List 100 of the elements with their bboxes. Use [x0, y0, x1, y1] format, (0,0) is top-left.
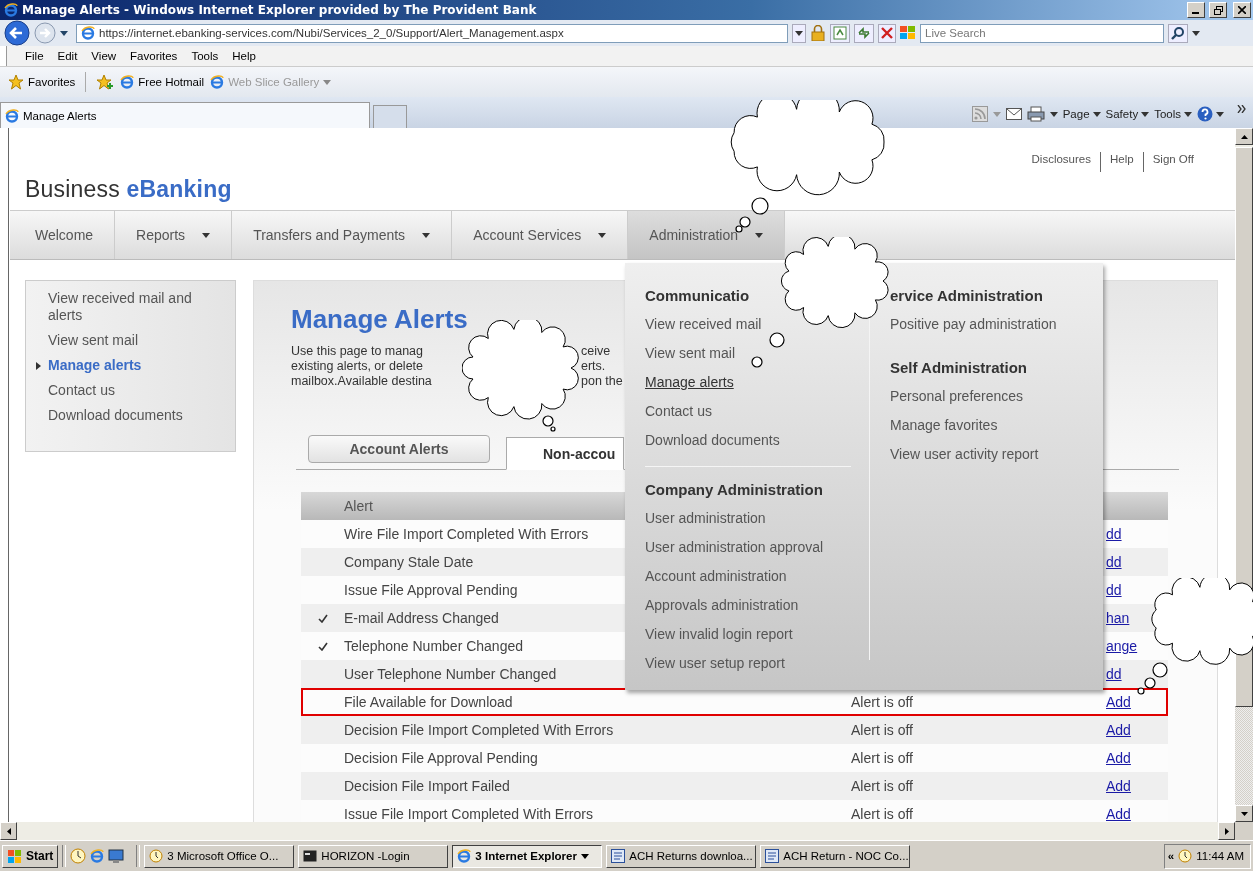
maximize-button[interactable] [1209, 2, 1227, 18]
close-button[interactable] [1233, 2, 1251, 18]
taskbar-button[interactable]: ACH Returns downloa... [606, 844, 757, 868]
add-link[interactable]: Add [1106, 722, 1131, 738]
add-link[interactable]: dd [1106, 526, 1122, 542]
menu-link[interactable]: Positive pay administration [890, 316, 1057, 333]
command-menu[interactable]: Safety [1105, 108, 1150, 120]
clock-icon[interactable] [70, 848, 87, 864]
search-field[interactable]: Live Search [920, 23, 1164, 43]
menu-link[interactable]: Manage alerts [645, 374, 734, 391]
nav-menu-item[interactable]: Reports [115, 211, 233, 259]
stop-button[interactable] [878, 23, 896, 43]
terminal-icon [303, 850, 318, 862]
caret-icon[interactable] [1192, 30, 1200, 36]
compatibility-button[interactable] [830, 23, 850, 43]
search-button[interactable] [1168, 23, 1188, 43]
add-link[interactable]: Add [1106, 750, 1131, 766]
menu-link[interactable]: Manage favorites [890, 417, 998, 434]
menu-item[interactable]: Tools [191, 50, 219, 62]
search-icon [1171, 26, 1185, 40]
scroll-left-button[interactable] [0, 822, 17, 840]
menu-link[interactable]: View user setup report [645, 655, 785, 672]
intro-text: pon the [581, 374, 623, 389]
intro-text: mailbox.Available destina [291, 374, 433, 389]
desktop-icon[interactable] [108, 848, 125, 864]
start-button[interactable]: Start [2, 844, 59, 868]
add-link[interactable]: Add [1106, 694, 1131, 710]
add-link[interactable]: dd [1106, 582, 1122, 598]
check-icon [317, 613, 328, 623]
scroll-right-button[interactable] [1218, 822, 1235, 840]
menu-item[interactable]: Help [232, 50, 256, 62]
menu-link[interactable]: View user activity report [890, 446, 1039, 463]
command-menu[interactable]: Tools [1154, 108, 1192, 120]
taskbar-button[interactable]: ACH Return - NOC Co... [760, 844, 911, 868]
menu-link[interactable]: Approvals administration [645, 597, 799, 614]
menu-item[interactable]: Edit [57, 50, 78, 62]
refresh-button[interactable] [854, 23, 874, 43]
header-link[interactable]: Disclosures [1022, 152, 1100, 172]
sidebar-link[interactable]: Contact us [48, 382, 227, 399]
column-header: Alert [344, 498, 373, 514]
add-link[interactable]: Add [1106, 778, 1131, 794]
taskbar-button[interactable]: 3 Microsoft Office O... [144, 844, 295, 868]
taskbar-button[interactable]: HORIZON -Login [298, 844, 449, 868]
menu-item[interactable]: Favorites [130, 50, 178, 62]
tray-toggle[interactable]: « [1167, 850, 1175, 862]
lock-icon[interactable] [810, 25, 826, 41]
menu-link[interactable]: User administration [645, 510, 766, 527]
browser-tab[interactable]: Manage Alerts [0, 102, 370, 128]
menu-link[interactable]: View received mail [645, 316, 762, 333]
chevron-icon[interactable] [1237, 105, 1247, 113]
right-arrow-icon [1224, 827, 1229, 835]
menu-link[interactable]: Account administration [645, 568, 787, 585]
minimize-button[interactable] [1187, 2, 1205, 18]
menu-link[interactable]: View sent mail [645, 345, 735, 362]
add-link[interactable]: Add [1106, 806, 1131, 822]
header-link[interactable]: Sign Off [1142, 152, 1203, 172]
add-favorite-icon[interactable] [96, 74, 115, 90]
scroll-down-button[interactable] [1235, 805, 1253, 822]
forward-button-icon[interactable] [34, 22, 56, 44]
menu-link[interactable]: Personal preferences [890, 388, 1024, 405]
mail-icon[interactable] [1005, 108, 1022, 120]
add-link[interactable]: ange [1106, 638, 1138, 654]
menu-link[interactable]: Contact us [645, 403, 712, 420]
nav-menu-item[interactable]: Transfers and Payments [232, 211, 453, 259]
table-cell: Alert is off [851, 750, 913, 766]
favorites-button[interactable]: Favorites [8, 74, 76, 90]
taskbar-button[interactable]: 3 Internet Explorer [452, 844, 603, 868]
favorites-link[interactable]: Free Hotmail [120, 75, 205, 89]
add-link[interactable]: han [1106, 610, 1130, 626]
alert-tab[interactable]: Non-accou [506, 437, 624, 470]
help-icon [1197, 106, 1213, 122]
command-menu[interactable]: Page [1062, 108, 1101, 120]
header-link[interactable]: Help [1100, 152, 1143, 172]
menu-link[interactable]: Download documents [645, 432, 780, 449]
pointer-icon [36, 362, 41, 370]
compatibility-icon [833, 26, 847, 40]
back-button-icon[interactable] [4, 20, 30, 46]
tray-clock-icon[interactable] [1178, 849, 1193, 863]
address-dropdown-button[interactable] [792, 23, 806, 43]
menu-link[interactable]: View invalid login report [645, 626, 793, 643]
sidebar-link[interactable]: Manage alerts [48, 357, 227, 374]
print-icon[interactable] [1026, 106, 1045, 122]
scroll-up-button[interactable] [1235, 128, 1253, 145]
add-link[interactable]: dd [1106, 554, 1122, 570]
alert-tab[interactable]: Account Alerts [308, 435, 490, 463]
nav-menu-item[interactable]: Welcome [14, 211, 116, 259]
table-cell: User Telephone Number Changed [344, 666, 557, 682]
menu-item[interactable]: File [25, 50, 44, 62]
sidebar-link[interactable]: Download documents [48, 407, 227, 424]
help-menu[interactable] [1197, 106, 1224, 122]
address-field[interactable]: https://internet.ebanking-services.com/Nubi/Services_2_0/Support/Alert_Management.aspx [76, 23, 788, 43]
menu-item[interactable]: View [91, 50, 117, 62]
sidebar-link[interactable]: View received mail and alerts [48, 290, 227, 324]
caret-icon [60, 30, 68, 36]
caret-icon [1184, 111, 1192, 117]
menu-link[interactable]: User administration approval [645, 539, 824, 556]
nav-menu-item[interactable]: Administration [628, 211, 785, 259]
table-cell: Alert is off [851, 778, 913, 794]
add-link[interactable]: dd [1106, 666, 1122, 682]
sidebar-link[interactable]: View sent mail [48, 332, 227, 349]
